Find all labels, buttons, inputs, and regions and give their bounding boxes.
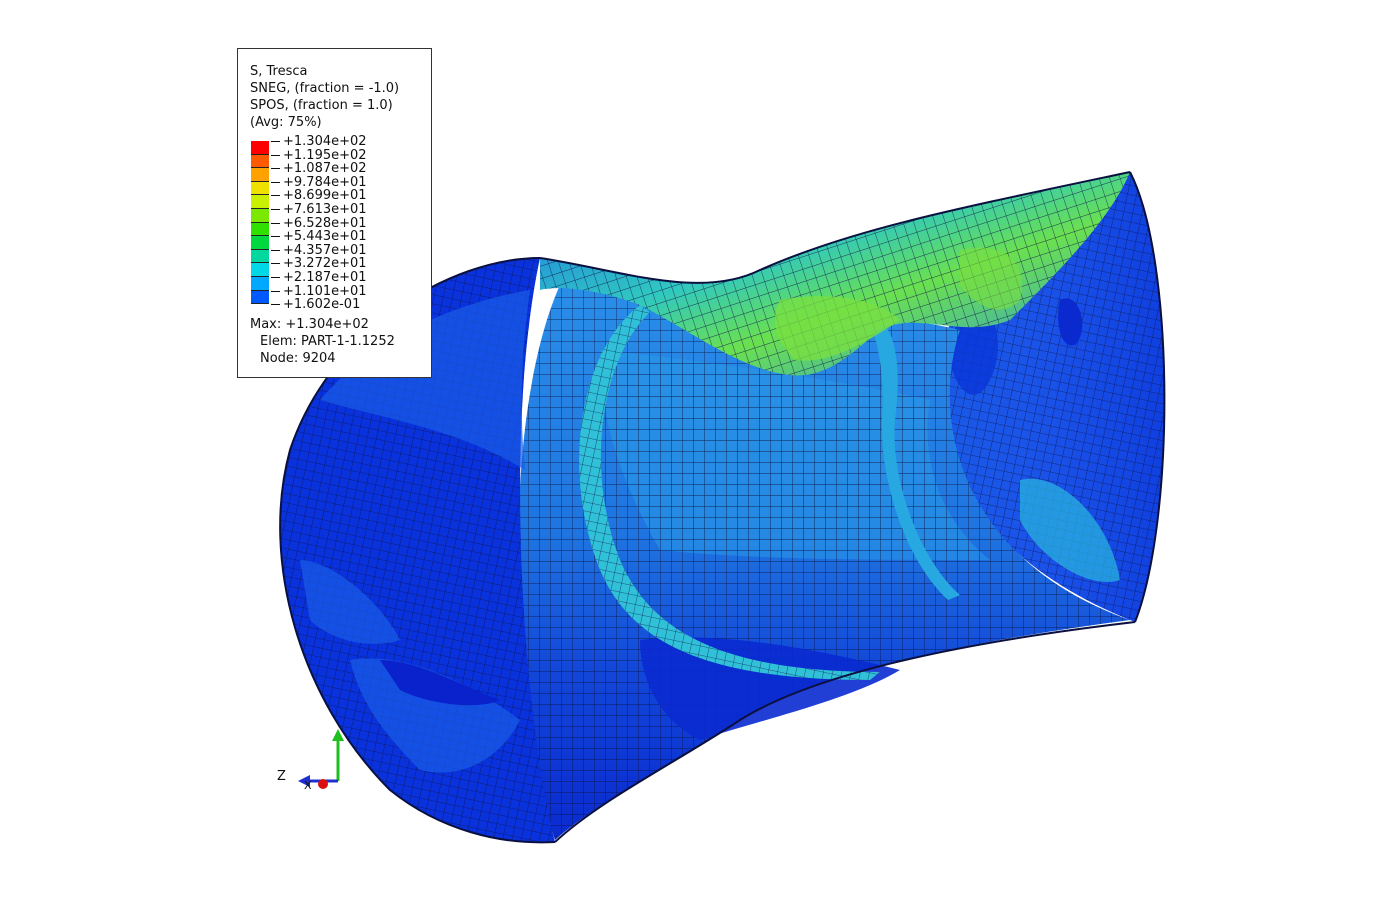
- color-scale-bar: [251, 141, 269, 305]
- color-scale-label: +1.602e-01: [283, 297, 361, 313]
- color-scale-tick: [271, 277, 280, 278]
- color-scale-cell: [251, 168, 269, 182]
- color-scale-label: +1.195e+02: [283, 147, 367, 163]
- color-scale-cell: [251, 141, 269, 155]
- color-scale-label: +7.613e+01: [283, 202, 367, 217]
- max-value-line: Max: +1.304e+02: [250, 317, 369, 332]
- view-triad[interactable]: Z X: [270, 725, 360, 805]
- color-scale-cell: [251, 236, 269, 250]
- color-scale-label: +9.784e+01: [283, 174, 367, 190]
- legend-title-line: SPOS, (fraction = 1.0): [250, 98, 393, 113]
- max-node-line: Node: 9204: [260, 351, 336, 366]
- z-axis-label: Z: [277, 769, 286, 784]
- color-scale-cell: [251, 195, 269, 209]
- color-scale-tick: [271, 141, 280, 142]
- color-scale-tick: [271, 304, 280, 306]
- legend-title-line: S, Tresca: [250, 64, 308, 79]
- color-scale-cell: [251, 208, 269, 223]
- color-scale-cell: [251, 181, 269, 196]
- color-scale-cell: [251, 249, 269, 264]
- color-scale-label: +5.443e+01: [283, 229, 367, 245]
- color-scale-tick: [271, 236, 280, 238]
- color-scale-cell: [251, 276, 269, 291]
- color-scale-label: +1.087e+02: [283, 161, 367, 177]
- color-scale-label: +6.528e+01: [283, 215, 367, 231]
- color-scale-cell: [251, 263, 269, 277]
- legend-title-line: (Avg: 75%): [250, 115, 322, 130]
- color-scale-cell: [251, 154, 269, 169]
- legend-title-line: SNEG, (fraction = -1.0): [250, 81, 400, 96]
- color-scale-tick: [271, 209, 280, 210]
- color-scale-tick: [271, 290, 280, 292]
- contour-legend: S, Tresca SNEG, (fraction = -1.0) SPOS, …: [237, 48, 432, 378]
- model-viewport[interactable]: [0, 0, 1395, 897]
- max-element-line: Elem: PART-1-1.1252: [260, 334, 395, 349]
- color-scale-cell: [251, 290, 269, 305]
- color-scale-tick: [271, 263, 280, 265]
- x-axis-label: X: [304, 779, 312, 792]
- color-scale-cell: [251, 222, 269, 237]
- color-scale-tick: [271, 154, 280, 156]
- y-axis-arrowhead: [332, 729, 344, 741]
- x-axis-dot: [318, 779, 328, 789]
- color-scale-label: +2.187e+01: [283, 270, 367, 285]
- color-scale-tick: [271, 181, 280, 183]
- color-scale-label: +1.304e+02: [283, 134, 367, 149]
- color-scale-tick: [271, 195, 280, 197]
- color-scale-label: +8.699e+01: [283, 188, 367, 204]
- color-scale-tick: [271, 168, 280, 170]
- color-scale-tick: [271, 249, 280, 251]
- color-scale-label: +1.101e+01: [283, 283, 367, 299]
- color-scale-tick: [271, 222, 280, 224]
- color-scale-label: +4.357e+01: [283, 242, 367, 258]
- color-scale-label: +3.272e+01: [283, 256, 367, 272]
